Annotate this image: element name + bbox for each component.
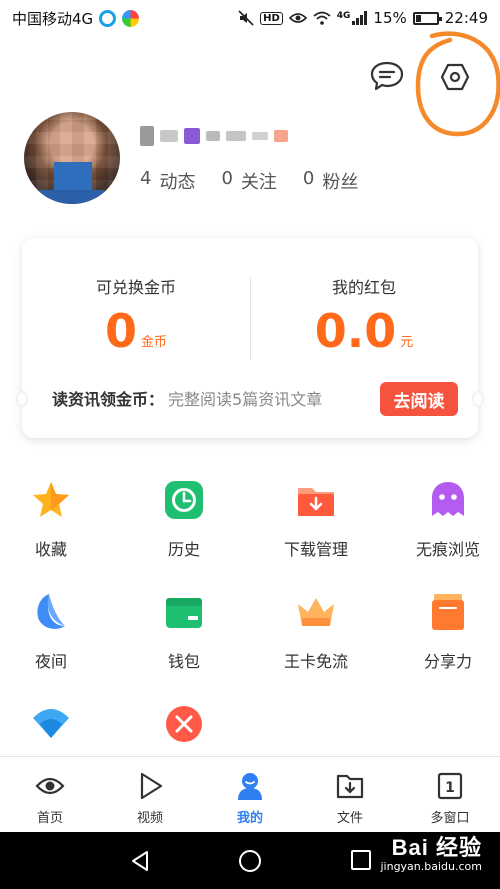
grid-label: 无痕浏览 — [415, 540, 480, 559]
watermark-logo: Bai 经验 — [391, 835, 482, 860]
read-task-label: 读资讯领金币： — [52, 390, 165, 409]
coins-title: 可兑换金币 — [95, 278, 176, 297]
coins-value: 0 — [104, 304, 137, 358]
coins-unit: 金币 — [141, 335, 168, 350]
user-icon — [238, 773, 262, 800]
moon-icon — [37, 594, 65, 629]
qq-browser-icon — [99, 9, 117, 27]
watermark-url: jingyan.baidu.com — [380, 860, 482, 873]
stat-label: 关注 — [240, 172, 277, 193]
stat-fans[interactable]: 0 粉丝 — [303, 168, 358, 194]
svg-text:1: 1 — [445, 780, 455, 796]
grid-item-night[interactable]: 夜间 — [0, 592, 106, 672]
nav-label: 视频 — [136, 811, 163, 826]
stat-posts[interactable]: 4 动态 — [140, 168, 195, 194]
battery-icon — [412, 11, 442, 25]
nav-files[interactable]: 文件 — [300, 757, 400, 832]
grid-item-close[interactable] — [129, 704, 239, 760]
hd-badge: HD — [260, 11, 283, 25]
redpacket-title: 我的红包 — [331, 278, 396, 297]
grid-label: 下载管理 — [283, 540, 348, 559]
stat-label: 粉丝 — [322, 172, 359, 193]
window-icon: 1 — [437, 772, 463, 800]
coins-column[interactable]: 可兑换金币 0 金币 — [36, 274, 236, 354]
redpacket-column[interactable]: 我的红包 0.0 元 — [264, 274, 464, 354]
nav-video[interactable]: 视频 — [100, 757, 200, 832]
message-icon[interactable] — [370, 61, 404, 91]
grid-item-downloads[interactable]: 下载管理 — [261, 480, 371, 560]
nav-label: 我的 — [236, 811, 263, 826]
eye-icon — [35, 777, 65, 795]
go-read-button[interactable]: 去阅读 — [380, 382, 458, 416]
grid-label: 历史 — [167, 540, 200, 559]
read-task-desc: 完整阅读5篇资讯文章 — [168, 390, 323, 409]
clock-time: 22:49 — [444, 9, 488, 27]
wallet-icon — [166, 598, 202, 628]
grid-label: 钱包 — [167, 652, 200, 671]
back-icon[interactable] — [128, 849, 152, 873]
mute-icon — [238, 10, 254, 26]
baidu-jingyan-watermark: Bai 经验 jingyan.baidu.com — [380, 830, 482, 873]
nav-me[interactable]: 我的 — [200, 757, 300, 832]
signal-icon — [352, 11, 368, 25]
stat-following[interactable]: 0 关注 — [221, 168, 276, 194]
redpacket-unit: 元 — [400, 335, 414, 350]
star-icon — [33, 482, 69, 517]
grid-label: 夜间 — [34, 652, 67, 671]
grid-item-history[interactable]: 历史 — [129, 480, 239, 560]
stat-value: 4 — [140, 168, 152, 189]
profile-stats: 4 动态 0 关注 0 粉丝 — [140, 168, 358, 194]
stat-label: 动态 — [159, 172, 196, 193]
carrier-label: 中国移动4G — [12, 9, 94, 28]
grid-item-incognito[interactable]: 无痕浏览 — [393, 480, 500, 560]
nav-home[interactable]: 首页 — [0, 757, 100, 832]
close-circle-icon — [166, 706, 202, 742]
grid-item-wallet[interactable]: 钱包 — [129, 592, 239, 672]
eye-comfort-icon — [288, 13, 307, 23]
redpacket-value: 0.0 — [314, 304, 397, 358]
clock-icon — [165, 481, 203, 519]
nav-label: 文件 — [336, 811, 363, 826]
stat-value: 0 — [221, 168, 233, 189]
grid-item-kingcard[interactable]: 王卡免流 — [261, 592, 371, 672]
battery-percent: 15% — [373, 9, 407, 27]
avatar[interactable] — [24, 112, 120, 204]
nav-windows[interactable]: 1 多窗口 — [400, 757, 500, 832]
wifi-status-icon — [313, 11, 331, 25]
share-icon — [432, 594, 464, 630]
wallet-card: 可兑换金币 0 金币 我的红包 0.0 元 读资讯领金币： 完整阅读5篇资讯文章… — [16, 238, 484, 438]
card-divider — [250, 278, 251, 360]
file-download-icon — [336, 774, 364, 799]
annotation-circle — [415, 31, 500, 137]
grid-item-share[interactable]: 分享力 — [393, 592, 500, 672]
crown-icon — [298, 598, 334, 626]
grid-item-wifi[interactable] — [0, 704, 106, 760]
stat-value: 0 — [302, 168, 315, 189]
grid-label: 王卡免流 — [283, 652, 348, 671]
download-folder-icon — [298, 488, 334, 516]
grid-label: 收藏 — [34, 540, 67, 559]
play-icon — [140, 772, 163, 800]
grid-item-favorites[interactable]: 收藏 — [0, 480, 106, 560]
bottom-nav: 首页 视频 我的 文件 1 多窗口 — [0, 756, 500, 832]
nav-label: 多窗口 — [430, 811, 470, 826]
wifi-icon — [33, 709, 69, 738]
app-notification-icon — [122, 9, 140, 27]
nav-label: 首页 — [36, 811, 63, 826]
grid-label: 分享力 — [423, 652, 472, 671]
read-task: 读资讯领金币： 完整阅读5篇资讯文章 — [52, 386, 322, 410]
recents-icon[interactable] — [350, 849, 372, 871]
home-icon[interactable] — [238, 849, 262, 873]
network-badge: 4G — [336, 11, 351, 21]
ghost-icon — [432, 482, 464, 516]
username-pixelated — [140, 124, 288, 148]
